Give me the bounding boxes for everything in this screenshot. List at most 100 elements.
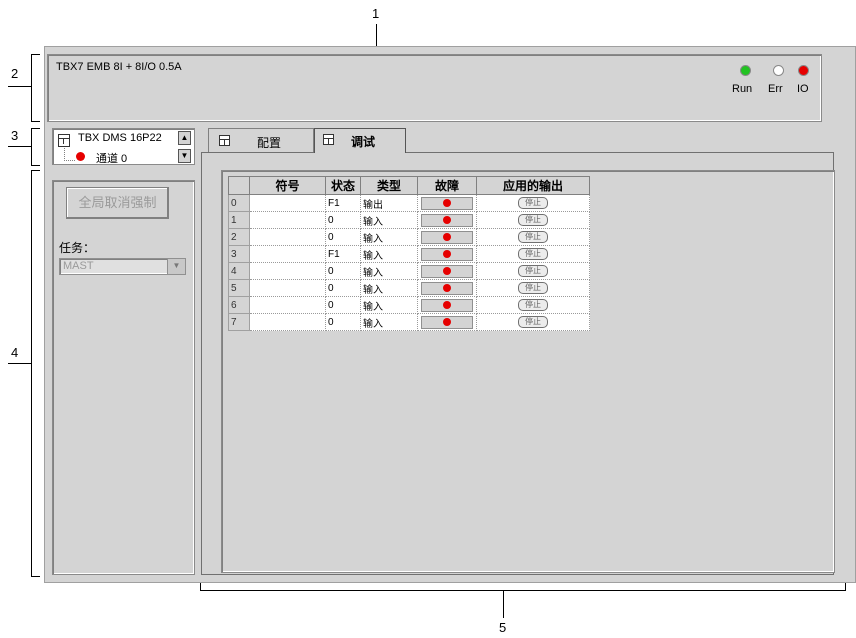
module-header-panel: TBX7 EMB 8I + 8I/O 0.5A Run Err IO (47, 54, 822, 122)
fault-led-icon (443, 266, 451, 275)
state-cell: 0 (325, 228, 361, 246)
fault-button[interactable] (421, 264, 473, 278)
stop-button[interactable]: 停止 (518, 316, 548, 328)
fault-button[interactable] (421, 298, 473, 312)
symbol-cell (249, 245, 326, 263)
channel-name[interactable]: 通道 0 (96, 150, 127, 166)
col-fault[interactable]: 故障 (417, 176, 477, 195)
table-row[interactable]: 1 0 输入 停止 (228, 211, 590, 229)
symbol-cell (249, 296, 326, 314)
col-symbol[interactable]: 符号 (249, 176, 326, 195)
symbol-cell (249, 211, 326, 229)
callout-2-rule (8, 86, 31, 87)
channel-selector[interactable]: TBX DMS 16P22 通道 0 ▲ ▼ (52, 128, 195, 165)
fault-button[interactable] (421, 281, 473, 295)
fault-button[interactable] (421, 315, 473, 329)
stop-button[interactable]: 停止 (518, 197, 548, 209)
col-applied-output[interactable]: 应用的输出 (476, 176, 590, 195)
state-cell: F1 (325, 194, 361, 212)
callout-2-bracket (31, 54, 32, 122)
dropdown-arrow-icon[interactable]: ▼ (167, 259, 185, 274)
table-row[interactable]: 6 0 输入 停止 (228, 296, 590, 314)
type-cell: 输入 (360, 296, 418, 314)
callout-4: 4 (11, 345, 19, 360)
fault-cell (417, 194, 477, 212)
fault-button[interactable] (421, 247, 473, 261)
fault-led-icon (443, 249, 451, 258)
table-row[interactable]: 5 0 输入 停止 (228, 279, 590, 297)
stop-button[interactable]: 停止 (518, 248, 548, 260)
fault-led-icon (443, 215, 451, 224)
task-select[interactable]: MAST ▼ (59, 258, 186, 275)
applied-output-cell: 停止 (476, 194, 590, 212)
scroll-up-button[interactable]: ▲ (178, 131, 191, 145)
fault-cell (417, 211, 477, 229)
symbol-cell (249, 228, 326, 246)
row-index: 0 (228, 194, 250, 212)
table-row[interactable]: 4 0 输入 停止 (228, 262, 590, 280)
callout-4-bracket (31, 170, 32, 576)
tab-debug-label: 调试 (351, 135, 376, 149)
applied-output-cell: 停止 (476, 262, 590, 280)
col-state[interactable]: 状态 (325, 176, 361, 195)
fault-cell (417, 313, 477, 331)
io-led-label: IO (797, 83, 809, 95)
stop-button[interactable]: 停止 (518, 265, 548, 277)
state-cell: F1 (325, 245, 361, 263)
fault-button[interactable] (421, 213, 473, 227)
err-led-icon (773, 65, 784, 76)
callout-3-rule (8, 146, 31, 147)
symbol-cell (249, 313, 326, 331)
module-name: TBX DMS 16P22 (78, 132, 162, 144)
callout-4-rule (8, 363, 31, 364)
tab-config[interactable]: 配置 (208, 128, 314, 152)
callout-3-bracket (31, 128, 32, 166)
debug-tab-icon (323, 134, 334, 145)
state-cell: 0 (325, 296, 361, 314)
fault-led-icon (443, 317, 451, 326)
fault-button[interactable] (421, 230, 473, 244)
scroll-down-button[interactable]: ▼ (178, 149, 191, 163)
global-unforce-button[interactable]: 全局取消强制 (66, 187, 169, 219)
symbol-cell (249, 262, 326, 280)
applied-output-cell: 停止 (476, 211, 590, 229)
callout-5-bracket (200, 590, 846, 591)
row-index: 2 (228, 228, 250, 246)
callout-1: 1 (372, 6, 380, 21)
table-row[interactable]: 7 0 输入 停止 (228, 313, 590, 331)
run-led-label: Run (732, 83, 753, 95)
config-tab-icon (219, 135, 230, 146)
state-cell: 0 (325, 211, 361, 229)
stop-button[interactable]: 停止 (518, 231, 548, 243)
fault-cell (417, 262, 477, 280)
fault-led-icon (443, 198, 451, 207)
channel-fault-led-icon (76, 152, 85, 161)
type-cell: 输入 (360, 228, 418, 246)
callout-2: 2 (11, 66, 19, 81)
stop-button[interactable]: 停止 (518, 282, 548, 294)
task-select-value: MAST (63, 260, 94, 272)
err-led-label: Err (768, 83, 783, 95)
table-row[interactable]: 3 F1 输入 停止 (228, 245, 590, 263)
table-row[interactable]: 0 F1 输出 停止 (228, 194, 590, 212)
symbol-cell (249, 194, 326, 212)
module-header-title: TBX7 EMB 8I + 8I/O 0.5A (56, 61, 182, 73)
table-row[interactable]: 2 0 输入 停止 (228, 228, 590, 246)
fault-cell (417, 228, 477, 246)
tab-debug[interactable]: 调试 (314, 128, 406, 153)
stop-button[interactable]: 停止 (518, 299, 548, 311)
module-icon (58, 134, 70, 147)
applied-output-cell: 停止 (476, 313, 590, 331)
fault-cell (417, 296, 477, 314)
stop-button[interactable]: 停止 (518, 214, 548, 226)
io-led-icon (798, 65, 809, 76)
type-cell: 输出 (360, 194, 418, 212)
row-index: 6 (228, 296, 250, 314)
type-cell: 输入 (360, 279, 418, 297)
state-cell: 0 (325, 313, 361, 331)
col-type[interactable]: 类型 (360, 176, 418, 195)
tab-config-label: 配置 (257, 136, 282, 150)
row-index: 3 (228, 245, 250, 263)
fault-button[interactable] (421, 196, 473, 210)
applied-output-cell: 停止 (476, 296, 590, 314)
